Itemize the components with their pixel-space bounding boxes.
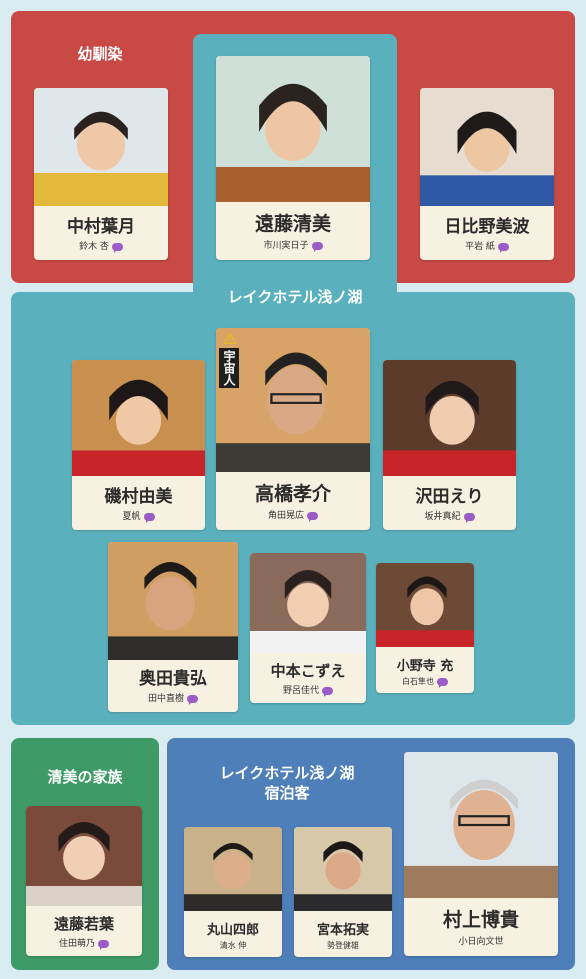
cast-card-maruyama[interactable]: 丸山四郎 清水 伸 <box>184 827 282 957</box>
cast-card-murakami[interactable]: 村上博貴 小日向文世 <box>404 752 558 956</box>
actor-name: 鈴木 杏 <box>79 242 109 252</box>
role-name: 磯村由美 <box>104 487 173 507</box>
cast-card-nakamura[interactable]: 中村葉月 鈴木 杏 <box>34 88 168 260</box>
cast-card-miyamoto[interactable]: 宮本拓実 勢登健雄 <box>294 827 392 957</box>
cast-card-hibino[interactable]: 日比野美波 平岩 紙 <box>420 88 554 260</box>
group-title-hotel: レイクホテル浅ノ湖 <box>227 288 363 306</box>
speech-bubble-icon[interactable] <box>322 686 333 697</box>
actor-name: 平岩 紙 <box>465 242 495 252</box>
alien-badge-label: 宇宙人 <box>219 348 239 388</box>
actor-name: 坂井真紀 <box>424 512 461 522</box>
warning-icon: ⚠ <box>222 329 238 348</box>
portrait-photo <box>184 827 282 911</box>
alien-badge: ⚠ 宇宙人 <box>219 330 241 404</box>
cast-card-nakamoto[interactable]: 中本こずえ 野呂佳代 <box>250 553 366 703</box>
portrait-photo <box>216 56 370 202</box>
role-name: 中村葉月 <box>67 217 135 237</box>
actor-name: 勢登健雄 <box>327 941 359 950</box>
actor-name: 白石隼也 <box>402 677 434 686</box>
role-name: 宮本拓実 <box>316 923 369 938</box>
portrait-photo <box>34 88 168 206</box>
portrait-photo <box>420 88 554 206</box>
role-name: 日比野美波 <box>444 217 530 237</box>
actor-name: 野呂佳代 <box>282 686 319 696</box>
speech-bubble-icon[interactable] <box>187 694 198 705</box>
role-name: 中本こずえ <box>270 662 346 680</box>
speech-bubble-icon[interactable] <box>111 242 123 253</box>
speech-bubble-icon[interactable] <box>437 677 448 688</box>
speech-bubble-icon[interactable] <box>311 241 323 252</box>
portrait-photo <box>108 542 238 660</box>
actor-name: 小日向文世 <box>458 937 504 947</box>
speech-bubble-icon[interactable] <box>98 939 109 950</box>
actor-name: 田中直樹 <box>147 694 184 704</box>
role-name: 村上博貴 <box>442 909 519 931</box>
speech-bubble-icon[interactable] <box>497 242 509 253</box>
portrait-photo <box>26 806 142 906</box>
actor-name: 清水 伸 <box>219 941 247 950</box>
portrait-photo <box>376 563 474 647</box>
portrait-photo <box>404 752 558 898</box>
actor-name: 住田萌乃 <box>58 939 95 949</box>
role-name: 丸山四郎 <box>206 923 259 938</box>
group-title-guests-line2: 宿泊客 <box>264 784 310 802</box>
role-name: 小野寺 充 <box>396 659 454 674</box>
group-title-childhood: 幼馴染 <box>77 45 123 63</box>
actor-name: 市川実日子 <box>263 241 309 251</box>
actor-name: 夏帆 <box>122 512 141 522</box>
speech-bubble-icon[interactable] <box>143 512 155 523</box>
speech-bubble-icon[interactable] <box>307 511 318 522</box>
role-name: 奥田貴弘 <box>139 669 207 689</box>
cast-card-sawada[interactable]: 沢田えり 坂井真紀 <box>383 360 516 530</box>
cast-card-isomura[interactable]: 磯村由美 夏帆 <box>72 360 205 530</box>
group-title-family: 清美の家族 <box>47 768 123 786</box>
cast-card-onodera[interactable]: 小野寺 充 白石隼也 <box>376 563 474 693</box>
speech-bubble-icon[interactable] <box>463 512 475 523</box>
group-title-guests-line1: レイクホテル浅ノ湖 <box>219 764 355 782</box>
actor-name: 角田晃広 <box>267 511 304 521</box>
portrait-photo <box>250 553 366 653</box>
role-name: 遠藤清美 <box>254 213 331 235</box>
role-name: 高橋孝介 <box>254 483 331 505</box>
portrait-photo <box>294 827 392 911</box>
cast-card-endo-kiyomi[interactable]: 遠藤清美 市川実日子 <box>216 56 370 260</box>
portrait-photo <box>383 360 516 476</box>
role-name: 遠藤若葉 <box>53 915 114 933</box>
portrait-photo <box>72 360 205 476</box>
cast-card-endo-wakaba[interactable]: 遠藤若葉 住田萌乃 <box>26 806 142 956</box>
cast-card-okuda[interactable]: 奥田貴弘 田中直樹 <box>108 542 238 712</box>
role-name: 沢田えり <box>415 487 484 507</box>
